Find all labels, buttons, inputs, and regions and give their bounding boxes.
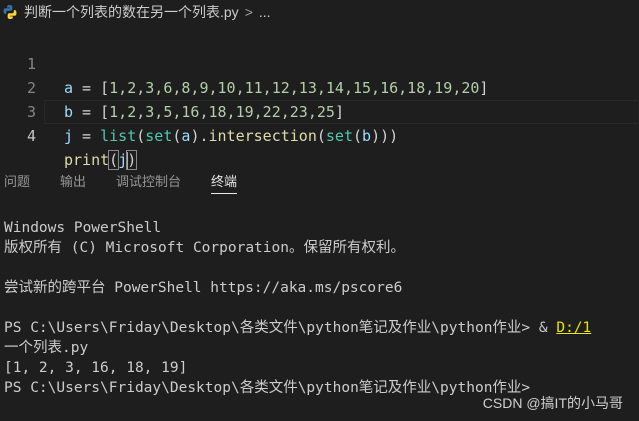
token-paren: ( [353,127,363,145]
terminal-line: 一个列表.py [4,340,89,356]
breadcrumb-file[interactable]: 判断一个列表的数在另一个列表.py [24,2,239,22]
python-file-icon [3,5,17,19]
code-line[interactable]: 3 j = list(set(a).intersection(set(b))) [0,76,639,145]
token-paren: ( [316,127,326,145]
terminal-line: 尝试新的跨平台 PowerShell https://aka.ms/pscore… [4,280,403,296]
token-paren: ( [108,150,120,170]
breadcrumb: 判断一个列表的数在另一个列表.py > ... [0,0,639,24]
code-line[interactable]: 2 b = [1,2,3,5,16,18,19,22,23,25] [0,52,639,121]
tab-terminal[interactable]: 终端 [211,168,238,196]
token-method: intersection [208,127,317,145]
token-variable: j [64,127,74,145]
code-line-active[interactable]: 4 print(j) [0,100,639,170]
line-number: 4 [26,127,36,145]
chevron-right-icon: > [244,4,253,20]
token-builtin: list [100,127,137,145]
watermark: CSDN @搞IT的小马哥 [482,395,623,411]
terminal-command-line: PS C:\Users\Friday\Desktop\各类文件\python笔记… [4,318,639,338]
token-operator: = [73,127,101,145]
terminal-line: [1, 2, 3, 16, 18, 19] [4,360,188,376]
terminal-line: Windows PowerShell [4,220,162,236]
tab-debug-console[interactable]: 调试控制台 [116,168,181,196]
token-builtin: set [325,127,353,145]
terminal-path-link[interactable]: D:/1 [556,320,591,336]
token-paren: ))) [371,127,399,145]
panel-tab-bar: 问题 输出 调试控制台 终端 [0,168,639,196]
token-paren: ) [126,150,138,170]
code-editor[interactable]: 1 a = [1,2,3,6,8,9,10,11,12,13,14,15,16,… [0,28,639,170]
breadcrumb-more[interactable]: ... [259,4,271,20]
terminal-output[interactable]: Windows PowerShell 版权所有 (C) Microsoft Co… [4,218,639,398]
token-paren: ( [136,127,146,145]
token-builtin: set [145,127,173,145]
tab-output[interactable]: 输出 [60,168,86,196]
token-variable: b [362,127,372,145]
terminal-line: 版权所有 (C) Microsoft Corporation。保留所有权利。 [4,240,405,256]
terminal-prompt: PS C:\Users\Friday\Desktop\各类文件\python笔记… [4,320,557,336]
tab-problems[interactable]: 问题 [4,168,30,196]
token-function: print [64,151,110,169]
code-line[interactable]: 1 a = [1,2,3,6,8,9,10,11,12,13,14,15,16,… [0,28,639,97]
token-paren: ). [190,127,209,145]
